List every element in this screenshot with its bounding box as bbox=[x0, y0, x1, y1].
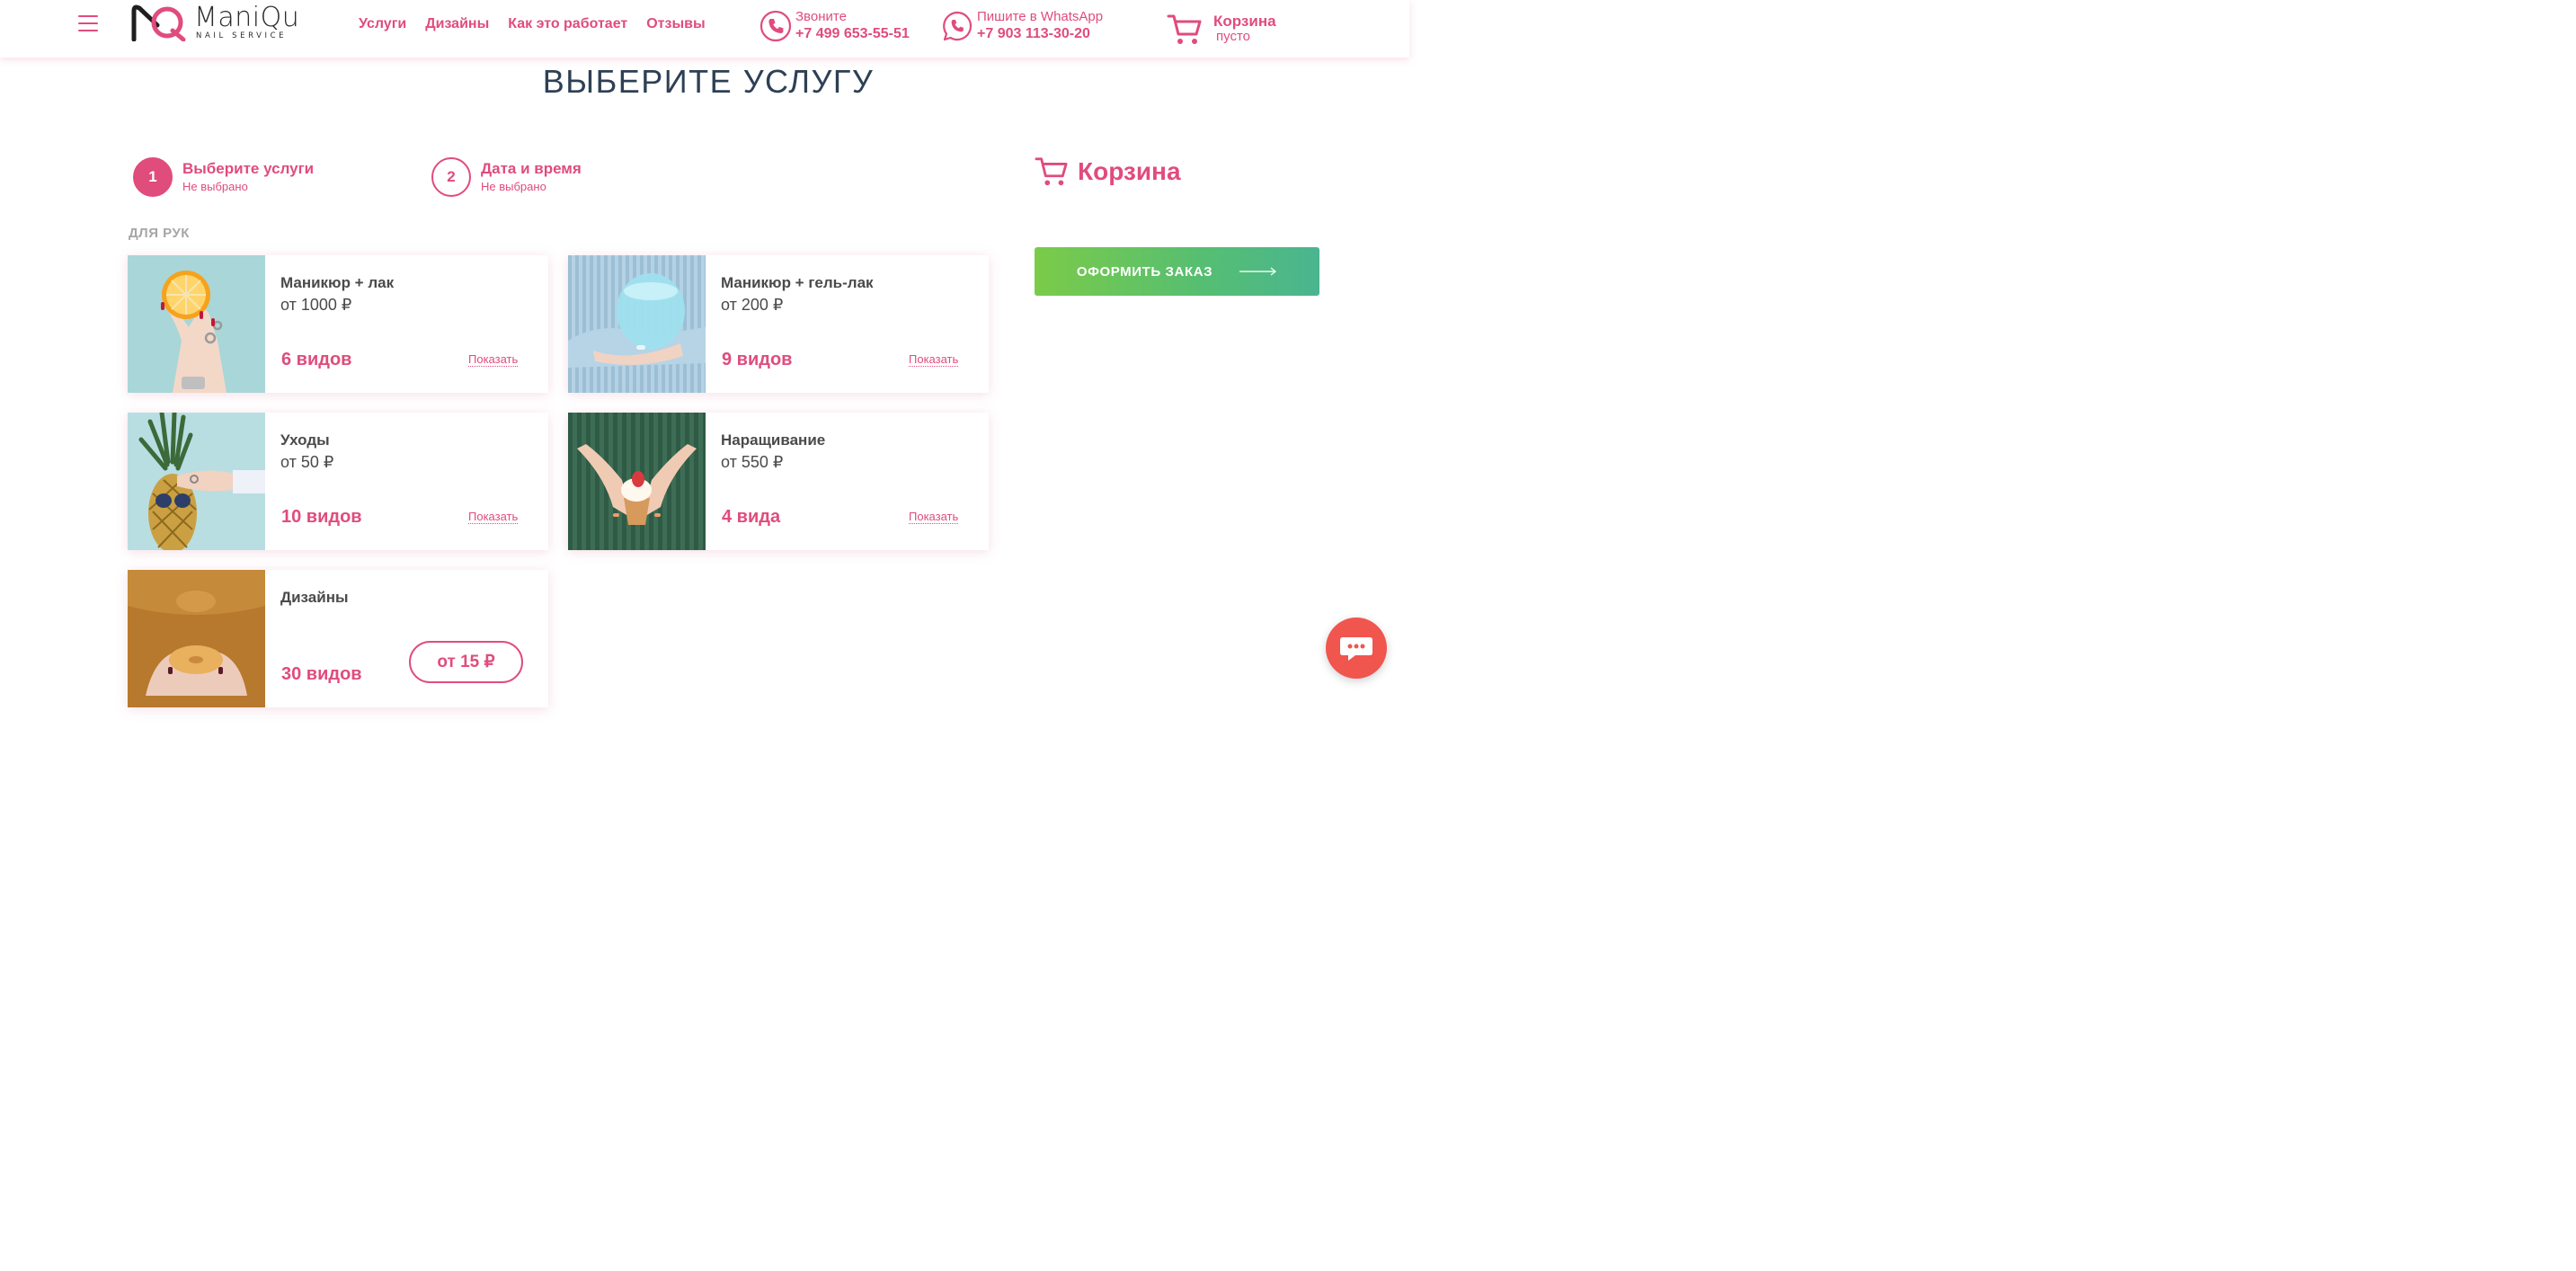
service-name: Дизайны bbox=[280, 589, 349, 606]
side-cart: Корзина bbox=[1035, 156, 1181, 188]
service-card-extension[interactable]: Наращивание от 550 ₽ 4 вида Показать bbox=[568, 413, 989, 550]
service-image bbox=[568, 413, 706, 550]
cart-icon bbox=[1167, 14, 1202, 44]
step-title: Выберите услуги bbox=[182, 160, 315, 177]
service-image bbox=[128, 413, 265, 550]
menu-icon[interactable] bbox=[78, 15, 98, 31]
service-count: 4 вида bbox=[722, 507, 781, 527]
service-card-manicure-polish[interactable]: Маникюр + лак от 1000 ₽ 6 видов Показать bbox=[128, 255, 548, 393]
service-price: от 50 ₽ bbox=[280, 453, 334, 471]
show-button[interactable]: Показать bbox=[909, 511, 959, 524]
show-button[interactable]: Показать bbox=[468, 511, 519, 524]
chat-button[interactable] bbox=[1326, 618, 1387, 679]
service-count: 30 видов bbox=[281, 664, 362, 684]
step-subtitle: Не выбрано bbox=[182, 180, 248, 193]
step-services[interactable]: 1 Выберите услуги Не выбрано bbox=[133, 157, 314, 197]
service-image bbox=[128, 255, 265, 393]
step-number: 1 bbox=[133, 157, 173, 197]
service-image bbox=[568, 255, 706, 393]
price-pill-button[interactable]: от 15 ₽ bbox=[409, 641, 523, 683]
nav-reviews[interactable]: Отзывы bbox=[646, 16, 705, 32]
call-label: Звоните bbox=[795, 9, 847, 24]
whatsapp-contact[interactable]: Пишите в WhatsApp +7 903 113-30-20 bbox=[941, 9, 1103, 42]
service-price: от 1000 ₽ bbox=[280, 296, 352, 314]
service-name: Наращивание bbox=[721, 431, 826, 449]
service-count: 10 видов bbox=[281, 507, 362, 527]
arrow-right-icon bbox=[1239, 267, 1277, 276]
service-card-designs[interactable]: Дизайны 30 видов от 15 ₽ bbox=[128, 570, 548, 707]
step-date-time[interactable]: 2 Дата и время Не выбрано bbox=[431, 157, 582, 197]
whatsapp-icon bbox=[943, 11, 973, 40]
logo-mark-icon bbox=[131, 4, 186, 41]
main-nav: Услуги Дизайны Как это работает Отзывы bbox=[359, 16, 706, 32]
show-button[interactable]: Показать bbox=[468, 353, 519, 367]
logo-name: ManiQu bbox=[194, 2, 300, 33]
cart-icon bbox=[1035, 157, 1068, 186]
service-name: Маникюр + гель-лак bbox=[721, 274, 874, 291]
page-title: ВЫБЕРИТЕ УСЛУГУ bbox=[542, 63, 875, 100]
whatsapp-number[interactable]: +7 903 113-30-20 bbox=[977, 25, 1103, 42]
chat-icon bbox=[1340, 637, 1372, 661]
service-count: 6 видов bbox=[281, 350, 352, 369]
side-cart-title: Корзина bbox=[1078, 157, 1181, 185]
service-price: от 200 ₽ bbox=[721, 296, 784, 314]
step-subtitle: Не выбрано bbox=[481, 180, 546, 193]
nav-how-it-works[interactable]: Как это работает bbox=[508, 16, 627, 32]
step-title: Дата и время bbox=[481, 160, 582, 177]
service-name: Уходы bbox=[280, 431, 330, 449]
show-button[interactable]: Показать bbox=[909, 353, 959, 367]
nav-services[interactable]: Услуги bbox=[359, 16, 406, 32]
service-card-manicure-gel[interactable]: Маникюр + гель-лак от 200 ₽ 9 видов Пока… bbox=[568, 255, 989, 393]
nav-designs[interactable]: Дизайны bbox=[425, 16, 489, 32]
order-button-label: ОФОРМИТЬ ЗАКАЗ bbox=[1076, 263, 1213, 280]
whatsapp-label: Пишите в WhatsApp bbox=[977, 9, 1104, 24]
phone-icon bbox=[759, 10, 792, 41]
service-image bbox=[128, 570, 265, 707]
section-label: ДЛЯ РУК bbox=[129, 226, 190, 241]
header-cart[interactable]: Корзина пусто bbox=[1167, 13, 1276, 47]
step-number: 2 bbox=[431, 157, 471, 197]
header-cart-status: пусто bbox=[1216, 29, 1250, 44]
logo[interactable]: ManiQu NAIL SERVICE bbox=[131, 2, 311, 43]
service-count: 9 видов bbox=[722, 350, 793, 369]
site-header: ManiQu NAIL SERVICE Услуги Дизайны Как э… bbox=[0, 0, 1409, 58]
service-name: Маникюр + лак bbox=[280, 274, 395, 291]
logo-subtitle: NAIL SERVICE bbox=[196, 31, 288, 40]
header-cart-title: Корзина bbox=[1213, 13, 1276, 30]
call-contact[interactable]: Звоните +7 499 653-55-51 bbox=[759, 9, 910, 42]
service-card-care[interactable]: Уходы от 50 ₽ 10 видов Показать bbox=[128, 413, 548, 550]
service-price: от 550 ₽ bbox=[721, 453, 784, 471]
call-number[interactable]: +7 499 653-55-51 bbox=[795, 25, 910, 42]
order-button[interactable]: ОФОРМИТЬ ЗАКАЗ bbox=[1035, 247, 1319, 296]
